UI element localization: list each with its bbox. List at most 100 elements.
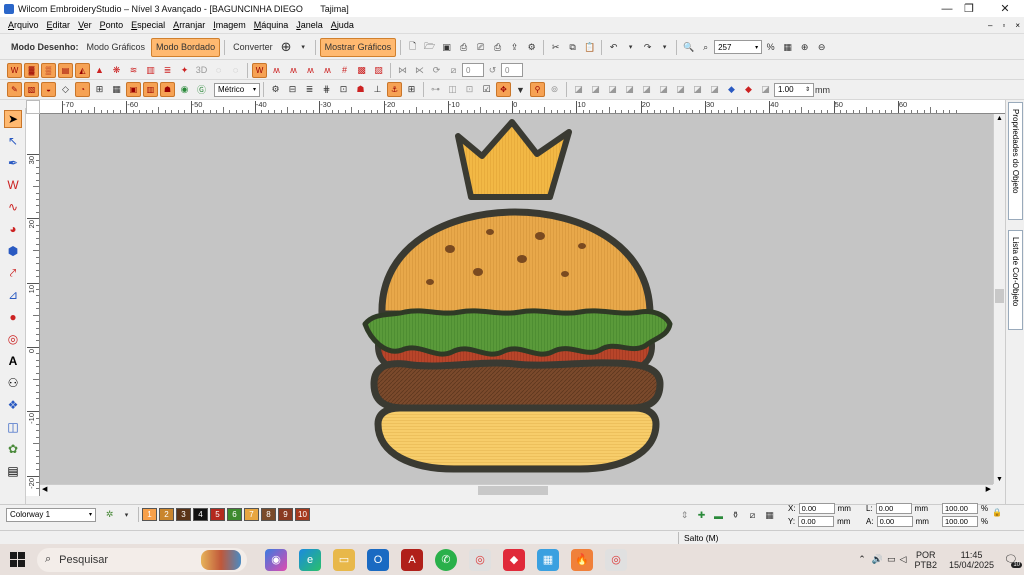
- digitize-6-icon[interactable]: ⊞: [92, 82, 107, 97]
- globe-icon[interactable]: ⊕: [279, 39, 294, 55]
- app-icon-2[interactable]: ▦: [537, 548, 559, 571]
- vertical-scroll-thumb[interactable]: [995, 289, 1004, 303]
- color-object-list-tab[interactable]: Lista de Cor-Objeto: [1008, 230, 1023, 330]
- menu-janela[interactable]: Janela: [292, 20, 327, 30]
- mirror-v-icon[interactable]: ⋉: [412, 63, 427, 78]
- stitch-type-7-icon[interactable]: ❋: [109, 63, 124, 78]
- crown-shape[interactable]: [455, 119, 572, 200]
- align-2-icon[interactable]: ◪: [588, 82, 603, 97]
- angle-field-1[interactable]: 0: [462, 63, 484, 77]
- clock[interactable]: 11:45 15/04/2025: [949, 550, 994, 570]
- tatami-tool-icon[interactable]: ∿: [4, 198, 22, 216]
- effect-1-icon[interactable]: W: [252, 62, 267, 78]
- save-icon[interactable]: ▣: [439, 40, 454, 55]
- reshape-tool-icon[interactable]: ↖: [4, 132, 22, 150]
- skew-icon[interactable]: ⧄: [446, 63, 461, 78]
- stitch-type-4-icon[interactable]: ▤: [58, 62, 73, 78]
- zoom-field[interactable]: 257 ▾: [714, 40, 763, 54]
- menu-maquina[interactable]: Máquina: [250, 20, 293, 30]
- tool-l-icon[interactable]: ⊡: [462, 82, 477, 97]
- align-9-icon[interactable]: ◪: [707, 82, 722, 97]
- tool-m-icon[interactable]: ✥: [496, 82, 511, 97]
- menu-ponto[interactable]: Ponto: [96, 20, 128, 30]
- stitch-type-3-icon[interactable]: ▒: [41, 62, 56, 78]
- effect-4-icon[interactable]: ʍ: [303, 63, 318, 78]
- scroll-right-icon[interactable]: ▶: [986, 485, 991, 493]
- tool-f-icon[interactable]: ☗: [353, 82, 368, 97]
- run-tool-icon[interactable]: ⤤: [4, 264, 22, 282]
- zoom-out-icon[interactable]: ⊖: [814, 40, 829, 55]
- units-select[interactable]: Métrico ▾: [214, 82, 260, 97]
- effect-7-icon[interactable]: ▩: [354, 63, 369, 78]
- menu-editar[interactable]: Editar: [43, 20, 75, 30]
- new-file-icon[interactable]: 🗋: [405, 40, 420, 55]
- chrome-icon[interactable]: ◎: [469, 548, 491, 571]
- close-button[interactable]: ✕: [990, 0, 1020, 17]
- digitize-4-icon[interactable]: ◇: [58, 82, 73, 97]
- align-3-icon[interactable]: ◪: [605, 82, 620, 97]
- tool-k-icon[interactable]: ◫: [445, 82, 460, 97]
- stitch-type-6-icon[interactable]: ▲: [92, 63, 107, 78]
- printer-icon[interactable]: ⎙: [490, 40, 505, 55]
- tool-e-icon[interactable]: ⊡: [336, 82, 351, 97]
- digitize-10-icon[interactable]: ☗: [160, 82, 175, 97]
- checkbox-icon[interactable]: ☑: [479, 82, 494, 97]
- top-bun-shape[interactable]: [378, 208, 654, 318]
- scale-y-field[interactable]: 100.00: [942, 516, 978, 527]
- undo-icon[interactable]: ↶: [606, 40, 621, 55]
- menu-imagem[interactable]: Imagem: [209, 20, 250, 30]
- color-swatch-6[interactable]: 6: [227, 508, 242, 521]
- align-8-icon[interactable]: ◪: [690, 82, 705, 97]
- satin-tool-icon[interactable]: W: [4, 176, 22, 194]
- mdi-restore-button[interactable]: ▫: [1002, 21, 1005, 30]
- thread-icon[interactable]: ⚱: [728, 508, 743, 523]
- 3d-icon[interactable]: 3D: [194, 63, 209, 78]
- whatsapp-icon[interactable]: ✆: [435, 548, 457, 571]
- color-swatch-8[interactable]: 8: [261, 508, 276, 521]
- frame-tool-icon[interactable]: ◫: [4, 418, 22, 436]
- language-indicator[interactable]: POR PTB2: [914, 550, 937, 570]
- menu-especial[interactable]: Especial: [127, 20, 169, 30]
- tool-i-icon[interactable]: ⊞: [404, 82, 419, 97]
- align-5-icon[interactable]: ◪: [639, 82, 654, 97]
- applique-tool-icon[interactable]: ◎: [4, 330, 22, 348]
- vertical-scrollbar[interactable]: ▲ ▼: [993, 114, 1005, 484]
- design-canvas[interactable]: [40, 114, 993, 484]
- effect-6-icon[interactable]: #: [337, 63, 352, 78]
- l-field[interactable]: 0.00: [875, 503, 912, 514]
- stitch-type-5-icon[interactable]: ◭: [75, 62, 90, 78]
- tool-d-icon[interactable]: ⋕: [319, 82, 334, 97]
- lock-icon[interactable]: 🔒: [992, 508, 1002, 517]
- tray-chevron-icon[interactable]: ⌃: [858, 554, 866, 565]
- copilot-icon[interactable]: ◉: [265, 548, 287, 571]
- speaker-icon[interactable]: ◁: [900, 554, 907, 565]
- bottom-bun-shape[interactable]: [374, 404, 660, 473]
- horizontal-scrollbar[interactable]: ◀ ▶: [40, 484, 993, 496]
- color-swatch-7[interactable]: 7: [244, 508, 259, 521]
- scroll-up-icon[interactable]: ▲: [996, 115, 1003, 122]
- scroll-left-icon[interactable]: ◀: [42, 485, 47, 493]
- tool-j-icon[interactable]: ⊶: [428, 82, 443, 97]
- export-icon[interactable]: ⇪: [507, 40, 522, 55]
- color-tool-2-icon[interactable]: ◆: [741, 82, 756, 97]
- stitch-type-8-icon[interactable]: ≋: [126, 63, 141, 78]
- taskbar-search[interactable]: ⌕ Pesquisar: [37, 547, 247, 572]
- restore-button[interactable]: ❐: [954, 0, 984, 17]
- tool-o-icon[interactable]: ⊚: [547, 82, 562, 97]
- pattern-tool-icon[interactable]: ❖: [4, 396, 22, 414]
- menu-ver[interactable]: Ver: [74, 20, 96, 30]
- open-file-icon[interactable]: 🗁: [422, 40, 437, 55]
- shape-tool-icon[interactable]: ⬢: [4, 242, 22, 260]
- digitize-1-icon[interactable]: ✎: [7, 82, 22, 97]
- digitize-11-icon[interactable]: ◉: [177, 82, 192, 97]
- undo-dropdown-icon[interactable]: ▾: [623, 40, 638, 55]
- menu-ajuda[interactable]: Ajuda: [327, 20, 358, 30]
- digitize-12-icon[interactable]: Ⓖ: [194, 82, 209, 97]
- digitize-2-icon[interactable]: ▧: [24, 82, 39, 97]
- needle-icon[interactable]: ▼: [513, 82, 528, 97]
- circle-tool-icon[interactable]: ●: [4, 308, 22, 326]
- effect-3-icon[interactable]: ʍ: [286, 63, 301, 78]
- color-swatch-3[interactable]: 3: [176, 508, 191, 521]
- color-tool-3-icon[interactable]: ◪: [758, 82, 773, 97]
- stitch-type-9-icon[interactable]: ▥: [143, 63, 158, 78]
